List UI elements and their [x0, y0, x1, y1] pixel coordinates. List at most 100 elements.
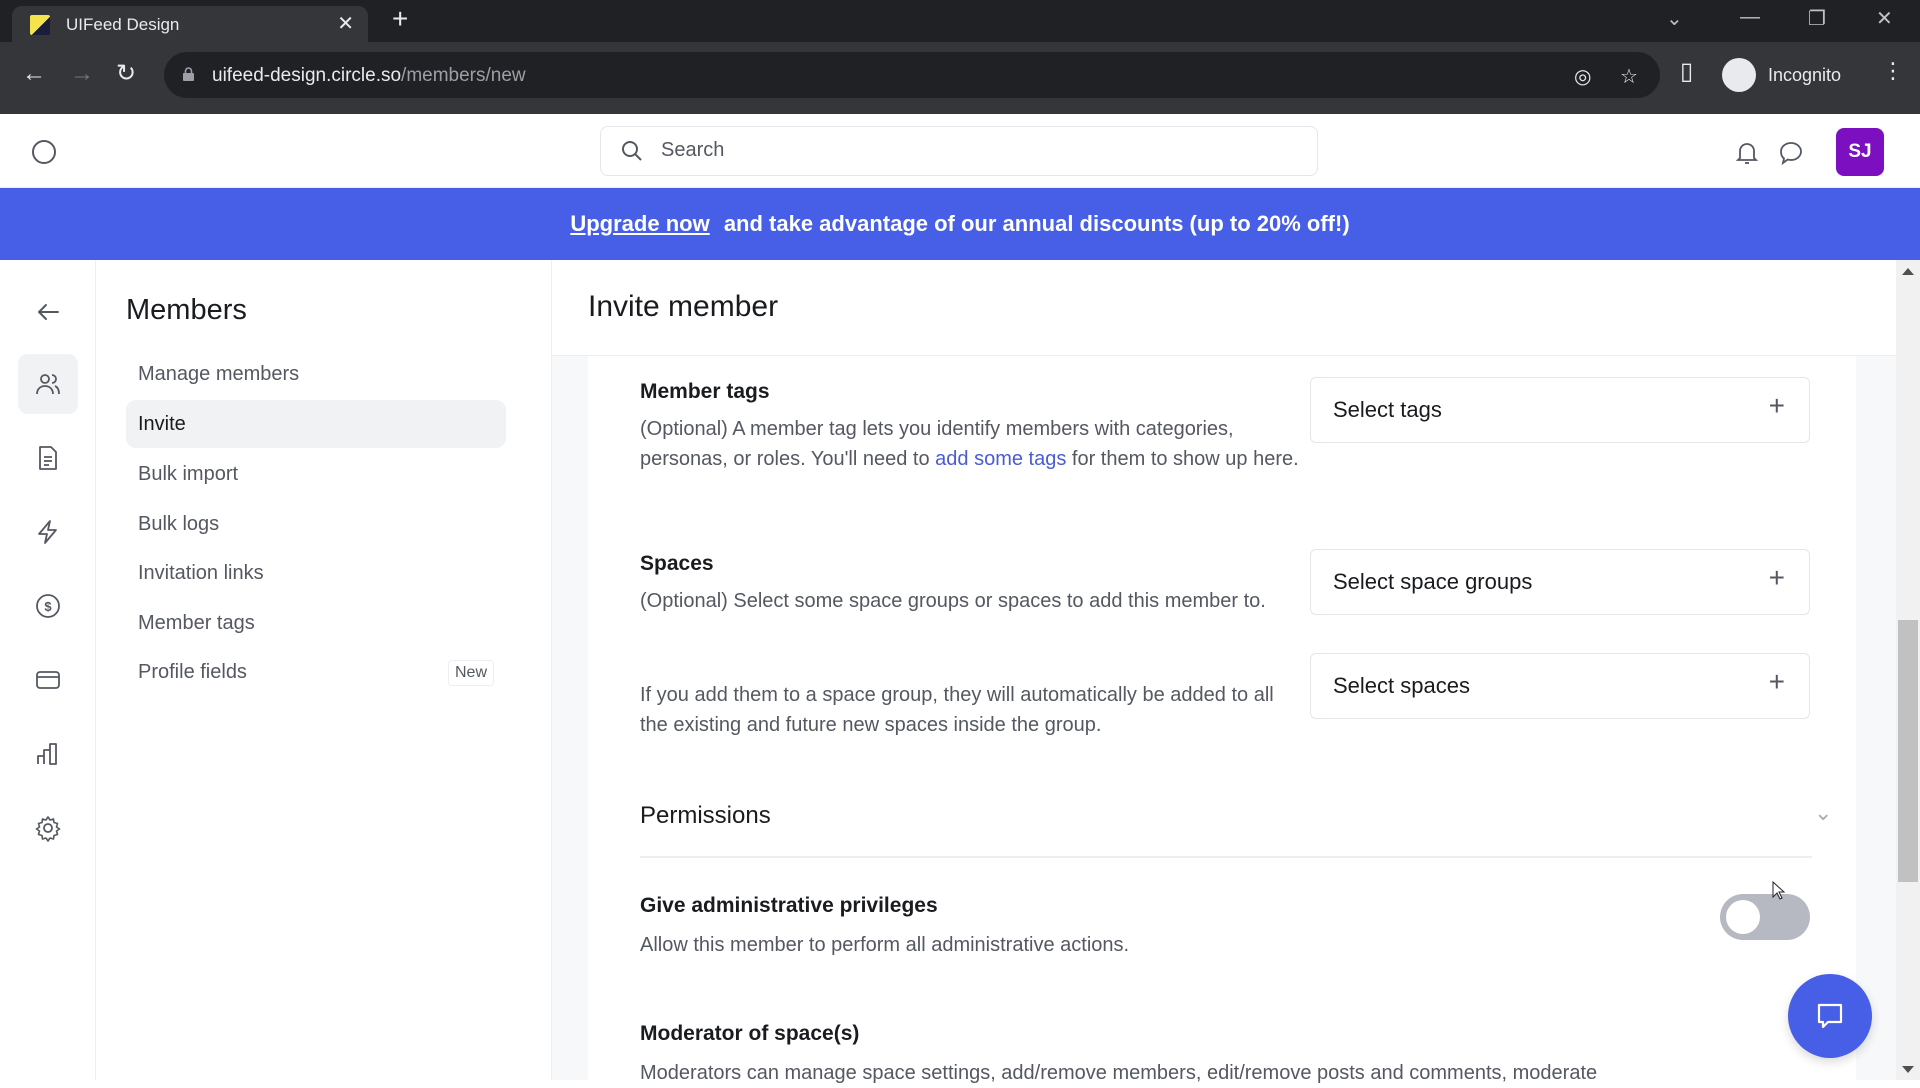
moderator-description: Moderators can manage space settings, ad… [640, 1062, 1598, 1084]
search-input[interactable] [661, 139, 1261, 162]
sidebar-item-label: Bulk logs [138, 513, 220, 535]
sidebar-item-member-tags[interactable]: Member tags [126, 599, 506, 647]
reload-button[interactable]: ↻ [116, 62, 136, 86]
search-box[interactable] [600, 126, 1318, 176]
star-icon[interactable]: ☆ [1620, 64, 1638, 89]
sidebar-item-manage-members[interactable]: Manage members [126, 350, 506, 398]
browser-tab[interactable]: UIFeed Design ✕ [12, 6, 368, 42]
spaces-description: (Optional) Select some space groups or s… [640, 590, 1266, 612]
plus-icon: + [1768, 666, 1785, 697]
support-chat-button[interactable] [1788, 974, 1872, 1058]
dollar-icon: $ [36, 594, 60, 618]
svg-text:$: $ [44, 599, 52, 614]
new-badge: New [447, 660, 494, 686]
search-icon [622, 141, 642, 161]
browser-menu-icon[interactable]: ⋮ [1882, 58, 1904, 84]
sidebar-item-label: Member tags [138, 612, 255, 634]
upgrade-banner: Upgrade now and take advantage of our an… [0, 188, 1920, 260]
sidebar-item-label: Invitation links [138, 562, 264, 584]
lock-icon [183, 67, 194, 81]
rail-members[interactable] [18, 354, 78, 414]
scroll-down-arrow-icon[interactable] [1902, 1066, 1914, 1073]
add-some-tags-link[interactable]: add some tags [935, 448, 1066, 470]
new-tab-button[interactable]: + [392, 5, 408, 33]
divider [640, 856, 1812, 858]
document-icon [39, 446, 57, 470]
admin-privileges-label: Give administrative privileges [640, 894, 938, 917]
back-button[interactable]: ← [22, 62, 46, 86]
incognito-label: Incognito [1768, 65, 1842, 85]
chat-bubble-icon [1817, 1003, 1843, 1029]
tab-title: UIFeed Design [66, 15, 180, 34]
tab-search-icon[interactable]: ⌄ [1666, 6, 1683, 31]
upgrade-now-link[interactable]: Upgrade now [570, 211, 709, 236]
side-panel-icon[interactable]: ▯ [1680, 60, 1693, 84]
app-header: SJ [0, 114, 1920, 188]
rail-workflows[interactable] [18, 502, 78, 562]
lightning-icon [38, 520, 57, 544]
plus-icon: + [1768, 562, 1785, 593]
sidebar-item-profile-fields[interactable]: Profile fields New [126, 648, 506, 696]
chat-icon[interactable] [1778, 140, 1804, 166]
icon-rail: $ [0, 260, 96, 1080]
url-field[interactable]: uifeed-design.circle.so/members/new ◎ ☆ [164, 52, 1660, 98]
select-space-groups-label: Select space groups [1333, 569, 1533, 594]
plus-icon: + [1768, 390, 1785, 421]
close-tab-icon[interactable]: ✕ [337, 11, 354, 36]
member-tags-description: (Optional) A member tag lets you identif… [640, 414, 1300, 474]
incognito-profile[interactable]: Incognito [1722, 58, 1854, 94]
credit-card-icon [36, 671, 60, 689]
bell-icon[interactable] [1734, 140, 1760, 166]
eye-off-icon[interactable]: ◎ [1574, 64, 1591, 89]
sidebar-item-label: Invite [138, 413, 186, 435]
sidebar-item-bulk-import[interactable]: Bulk import [126, 450, 506, 498]
toggle-knob [1726, 900, 1760, 934]
select-space-groups-dropdown[interactable]: Select space groups + [1310, 549, 1810, 615]
page-scrollbar[interactable] [1896, 260, 1920, 1080]
rail-back-button[interactable] [18, 282, 78, 342]
main-panel: Invite member Member tags (Optional) A m… [552, 260, 1896, 1084]
page-title: Invite member [588, 290, 779, 323]
sidebar-item-invite[interactable]: Invite [126, 400, 506, 448]
chevron-down-icon[interactable]: ⌄ [1814, 800, 1832, 826]
invite-form: Member tags (Optional) A member tag lets… [588, 356, 1856, 1084]
member-tags-label: Member tags [640, 380, 770, 403]
restore-button[interactable]: ❐ [1808, 6, 1826, 31]
url-host: uifeed-design.circle.so [212, 65, 402, 86]
rail-analytics[interactable] [18, 724, 78, 784]
back-arrow-icon [38, 304, 59, 320]
select-tags-dropdown[interactable]: Select tags + [1310, 377, 1810, 443]
spaces-label: Spaces [640, 552, 714, 575]
gear-icon [35, 816, 61, 842]
spaces-group-note: If you add them to a space group, they w… [640, 684, 1274, 736]
incognito-icon [1722, 58, 1756, 92]
sidebar-item-invitation-links[interactable]: Invitation links [126, 549, 506, 597]
select-tags-label: Select tags [1333, 397, 1442, 422]
address-bar-row: ← → ↻ uifeed-design.circle.so/members/ne… [0, 42, 1920, 114]
browser-tab-bar: UIFeed Design ✕ + ⌄ — ❐ ✕ [0, 0, 1920, 42]
minimize-button[interactable]: — [1740, 6, 1760, 29]
sidebar-item-label: Manage members [138, 363, 300, 385]
community-logo-icon[interactable] [32, 140, 56, 164]
banner-text: and take advantage of our annual discoun… [723, 211, 1350, 236]
rail-posts[interactable] [18, 428, 78, 488]
scroll-up-arrow-icon[interactable] [1902, 268, 1914, 275]
analytics-icon [37, 743, 57, 765]
members-icon [36, 374, 60, 395]
select-spaces-dropdown[interactable]: Select spaces + [1310, 653, 1810, 719]
forward-button[interactable]: → [70, 62, 94, 86]
scrollbar-thumb[interactable] [1898, 620, 1918, 882]
rail-billing[interactable] [18, 650, 78, 710]
favicon-icon [30, 15, 50, 35]
sidebar-item-bulk-logs[interactable]: Bulk logs [126, 500, 506, 548]
close-window-button[interactable]: ✕ [1876, 6, 1893, 31]
sidebar-item-label: Bulk import [138, 463, 239, 485]
user-avatar[interactable]: SJ [1836, 128, 1884, 176]
admin-privileges-toggle[interactable] [1720, 894, 1810, 940]
admin-privileges-description: Allow this member to perform all adminis… [640, 934, 1130, 956]
permissions-heading[interactable]: Permissions [640, 802, 771, 830]
desc-text: for them to show up here. [1066, 448, 1299, 470]
moderator-label: Moderator of space(s) [640, 1022, 860, 1045]
rail-settings[interactable] [18, 798, 78, 858]
rail-paywalls[interactable]: $ [18, 576, 78, 636]
